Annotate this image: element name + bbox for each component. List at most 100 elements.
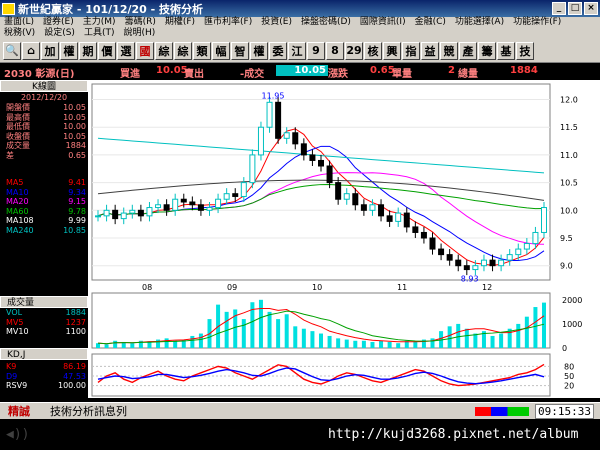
- volume-bar: [319, 333, 323, 348]
- high-label: 11.95: [262, 91, 285, 100]
- menu-item-11[interactable]: 功能操作(F): [513, 17, 561, 28]
- volume-bar: [524, 316, 529, 348]
- candle-body: [489, 259, 496, 267]
- toolbar-button-8[interactable]: 類: [193, 41, 211, 60]
- volume-bar: [301, 328, 306, 348]
- price-tick: 11.0: [560, 151, 578, 160]
- toolbar-button-1[interactable]: 權: [60, 41, 78, 60]
- toolbar-button-5[interactable]: 國: [136, 41, 154, 60]
- candle-body: [506, 254, 513, 261]
- menu-item-6[interactable]: 投資(E): [261, 17, 292, 28]
- kline-header[interactable]: K線圖: [0, 80, 88, 92]
- row-label: VOL: [6, 308, 23, 317]
- candle-body: [172, 198, 179, 211]
- chart-area[interactable]: 12.0 11.5 11.0 10.5 10.0 9.5 9.0 2000 1000 0 80 50 2…: [88, 80, 600, 398]
- candle-body: [257, 126, 264, 156]
- status-time: 09:15:33: [535, 403, 594, 419]
- volume-bar: [198, 333, 203, 348]
- menu-item-10[interactable]: 功能選擇(A): [455, 17, 504, 28]
- toolbar-button-6[interactable]: 綜: [155, 41, 173, 60]
- toolbar-button-4[interactable]: 選: [117, 41, 135, 60]
- menu-item-8[interactable]: 國際資訊(I): [360, 17, 406, 28]
- volume-bar: [190, 335, 195, 348]
- menu-item-1[interactable]: 證券(E): [43, 17, 74, 28]
- menu-item-4[interactable]: 期權(F): [165, 17, 195, 28]
- candle-body: [240, 182, 247, 197]
- volume-bar: [379, 340, 384, 348]
- candle-body: [266, 101, 273, 128]
- total-label: 總量: [458, 69, 478, 80]
- menu-item-5[interactable]: 匯市利率(F): [204, 17, 252, 28]
- menu-item-0[interactable]: 畫面(L): [4, 17, 34, 28]
- menu-item-2[interactable]: 主力(M): [83, 17, 116, 28]
- toolbar-button-11[interactable]: 權: [250, 41, 268, 60]
- candle-body: [541, 207, 547, 233]
- menu-item-12[interactable]: 稅務(V): [4, 28, 35, 39]
- candle-body: [163, 204, 170, 211]
- window-title: 新世紀贏家 - 101/12/20 - 技術分析: [18, 2, 204, 16]
- toolbar-button-3[interactable]: 價: [98, 41, 116, 60]
- kd-tick: 20: [564, 382, 574, 391]
- volume-bar: [430, 338, 435, 348]
- row-label: MA10: [6, 187, 29, 197]
- maximize-button[interactable]: □: [568, 2, 582, 15]
- toolbar-button-14[interactable]: 9: [307, 41, 325, 60]
- row-value: 9.78: [68, 206, 86, 216]
- change-label: 漲跌: [328, 69, 348, 80]
- toolbar-button-12[interactable]: 委: [269, 41, 287, 60]
- candle-body: [300, 143, 307, 156]
- watermark: ◀)) http://kujd3268.pixnet.net/album: [0, 419, 600, 450]
- volume-bar: [130, 343, 135, 348]
- price-tick: 12.0: [560, 96, 578, 105]
- toolbar-button-0[interactable]: 加: [41, 41, 59, 60]
- volume-bar: [267, 311, 272, 348]
- candle-body: [120, 212, 127, 220]
- row-value: 9.15: [68, 197, 86, 207]
- volume-bar: [113, 340, 118, 348]
- menu-item-3[interactable]: 籌碼(R): [125, 17, 156, 28]
- candle-body: [335, 182, 342, 200]
- toolbar-button-9[interactable]: 幅: [212, 41, 230, 60]
- menu-item-7[interactable]: 操盤密碼(D): [301, 17, 351, 28]
- search-icon[interactable]: 🔍: [3, 41, 21, 60]
- toolbar-button-2[interactable]: 期: [79, 41, 97, 60]
- toolbar-button-15[interactable]: 8: [326, 41, 344, 60]
- row-label: MA108: [6, 216, 34, 226]
- toolbar-button-18[interactable]: 興: [383, 41, 401, 60]
- volume-bar: [104, 344, 109, 348]
- menu-item-14[interactable]: 工具(T): [84, 28, 115, 39]
- kd-tick: 50: [564, 372, 574, 381]
- buy-price: 10.05: [156, 65, 188, 76]
- home-icon[interactable]: ⌂: [22, 41, 40, 60]
- menu-item-13[interactable]: 設定(S): [44, 28, 75, 39]
- toolbar-button-25[interactable]: 技: [516, 41, 534, 60]
- vol_rows-row: VOL 1884: [6, 308, 86, 318]
- kd_rows-row: RSV9 100.00: [6, 381, 86, 391]
- toolbar-button-22[interactable]: 產: [459, 41, 477, 60]
- price_rows-row: 成交量 1884: [6, 141, 86, 151]
- toolbar-button-23[interactable]: 籌: [478, 41, 496, 60]
- toolbar-button-21[interactable]: 競: [440, 41, 458, 60]
- menu-item-15[interactable]: 說明(H): [123, 28, 155, 39]
- row-value: 0.65: [68, 151, 86, 160]
- row-label: 最高價: [6, 112, 30, 122]
- candle-body: [206, 207, 213, 211]
- toolbar-button-7[interactable]: 綜: [174, 41, 192, 60]
- candle-body: [446, 254, 453, 261]
- close-button[interactable]: ×: [584, 2, 598, 15]
- toolbar-button-10[interactable]: 智: [231, 41, 249, 60]
- volume-bar: [396, 343, 401, 348]
- volume-bar: [164, 338, 169, 348]
- toolbar-button-16[interactable]: 29: [345, 41, 363, 60]
- candle-body: [189, 201, 196, 206]
- toolbar-button-17[interactable]: 核: [364, 41, 382, 60]
- toolbar-button-19[interactable]: 指: [402, 41, 420, 60]
- minimize-button[interactable]: _: [552, 2, 566, 15]
- candle-body: [309, 154, 316, 161]
- toolbar-button-13[interactable]: 江: [288, 41, 306, 60]
- candle-body: [386, 215, 393, 222]
- menu-item-9[interactable]: 金融(C): [415, 17, 446, 28]
- title-bar: 新世紀贏家 - 101/12/20 - 技術分析 _ □ ×: [0, 0, 600, 17]
- toolbar-button-24[interactable]: 基: [497, 41, 515, 60]
- toolbar-button-20[interactable]: 益: [421, 41, 439, 60]
